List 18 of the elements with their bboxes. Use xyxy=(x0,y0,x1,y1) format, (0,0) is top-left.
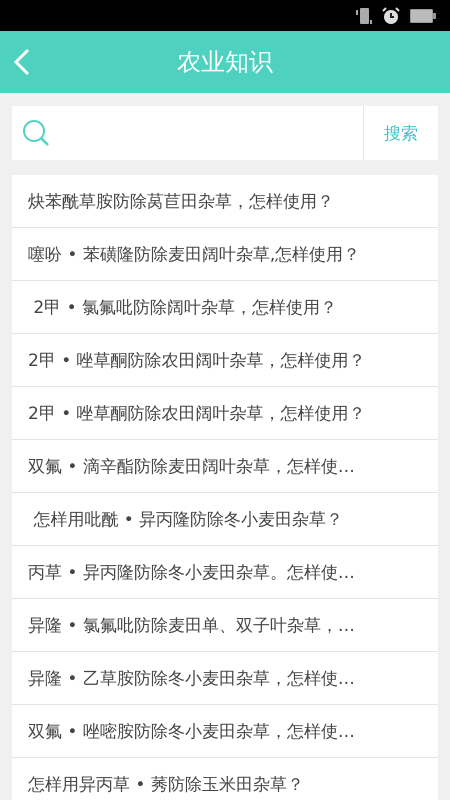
list-item[interactable]: 异隆 • 氯氟吡防除麦田单、双子叶杂草，… xyxy=(12,599,438,652)
alarm-icon xyxy=(382,6,400,24)
list-item[interactable]: 2甲 • 唑草酮防除农田阔叶杂草，怎样使用？ xyxy=(12,334,438,387)
list-item[interactable]: 双氟 • 唑嘧胺防除冬小麦田杂草，怎样使… xyxy=(12,705,438,758)
list-item[interactable]: 炔苯酰草胺防除莴苣田杂草，怎样使用？ xyxy=(12,175,438,228)
page-title: 农业知识 xyxy=(177,47,273,78)
list-item[interactable]: 2甲 • 氯氟吡防除阔叶杂草，怎样使用？ xyxy=(12,281,438,334)
back-button[interactable] xyxy=(12,48,32,76)
list-item[interactable]: 双氟 • 滴辛酯防除麦田阔叶杂草，怎样使… xyxy=(12,440,438,493)
list-item[interactable]: 噻吩 • 苯磺隆防除麦田阔叶杂草,怎样使用？ xyxy=(12,228,438,281)
list-item[interactable]: 丙草 • 异丙隆防除冬小麦田杂草。怎样使… xyxy=(12,546,438,599)
search-icon xyxy=(22,119,50,147)
battery-icon xyxy=(410,8,436,22)
list-item[interactable]: 2甲 • 唑草酮防除农田阔叶杂草，怎样使用？ xyxy=(12,387,438,440)
list-item[interactable]: 怎样用异丙草 • 莠防除玉米田杂草？ xyxy=(12,758,438,800)
list-item[interactable]: 异隆 • 乙草胺防除冬小麦田杂草，怎样使… xyxy=(12,652,438,705)
list-item[interactable]: 怎样用吡酰 • 异丙隆防除冬小麦田杂草？ xyxy=(12,493,438,546)
vibrate-icon xyxy=(356,6,372,24)
